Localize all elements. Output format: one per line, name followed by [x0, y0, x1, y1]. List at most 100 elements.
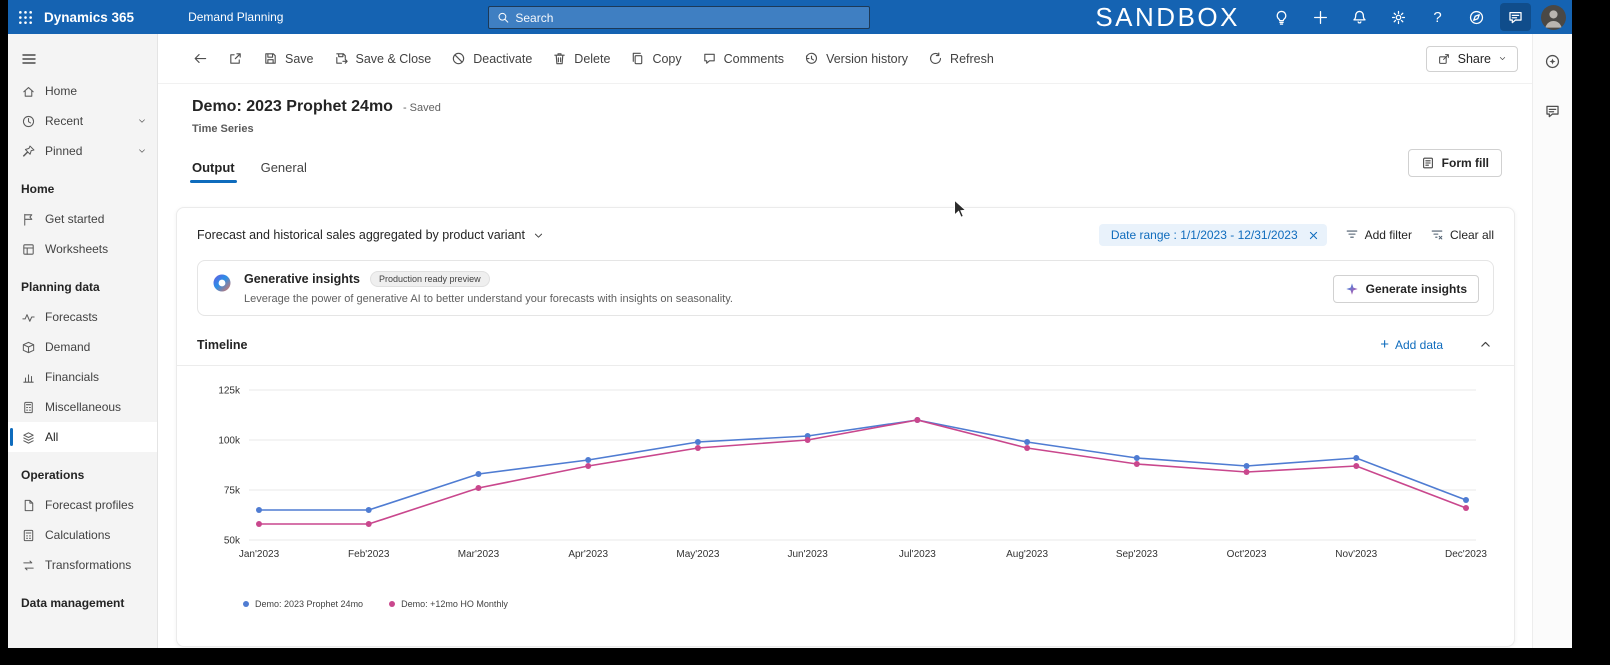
transform-arrows-icon: [23, 560, 34, 570]
hamburger-menu-icon[interactable]: [8, 42, 157, 76]
calculations-icon: [23, 529, 34, 541]
tab-general[interactable]: General: [261, 160, 307, 183]
site-map-sidebar: Home Recent Pinned Home Get started Work…: [8, 34, 158, 648]
bar-chart-icon: [23, 373, 34, 383]
clear-all-filters-button[interactable]: Clear all: [1430, 228, 1494, 242]
collapse-timeline-button[interactable]: [1477, 336, 1494, 353]
trash-icon: [554, 53, 566, 65]
insights-title: Generative insights: [244, 272, 361, 286]
save-and-close-button[interactable]: Save & Close: [325, 45, 441, 72]
legend-item[interactable]: Demo: +12mo HO Monthly: [389, 599, 508, 609]
sidebar-item-get-started[interactable]: Get started: [8, 204, 157, 234]
timeline-title: Timeline: [197, 337, 248, 352]
line-chart[interactable]: 50k 75k 100k 125k Jan'2023 Feb'2023 Mar'2023 Ap…: [197, 376, 1494, 588]
svg-text:Feb'2023: Feb'2023: [348, 549, 390, 560]
sidebar-item-transformations[interactable]: Transformations: [8, 550, 157, 580]
popout-icon: [230, 53, 241, 64]
pin-icon: [22, 145, 35, 157]
layers-icon: [23, 431, 34, 444]
save-close-icon: [335, 53, 348, 64]
chevron-down-icon: [1499, 57, 1506, 60]
tab-output[interactable]: Output: [190, 160, 237, 183]
date-range-filter-pill[interactable]: Date range : 1/1/2023 - 12/31/2023: [1098, 224, 1327, 246]
sidebar-section-data-management: Data management: [21, 596, 125, 610]
lightbulb-icon[interactable]: [1266, 3, 1297, 31]
sidebar-item-forecasts[interactable]: Forecasts: [8, 302, 157, 332]
plus-icon: +: [1380, 336, 1389, 353]
filter-bar: Forecast and historical sales aggregated…: [177, 208, 1514, 246]
bell-icon[interactable]: [1344, 3, 1375, 31]
worksheet-grid-icon: [23, 243, 34, 255]
version-history-button[interactable]: Version history: [795, 45, 917, 72]
sidebar-item-home[interactable]: Home: [8, 76, 157, 106]
document-icon: [24, 499, 34, 511]
svg-text:Jun'2023: Jun'2023: [787, 549, 828, 560]
sidebar-item-pinned[interactable]: Pinned: [8, 136, 157, 166]
sidebar-item-all[interactable]: All: [8, 422, 157, 452]
sidebar-item-demand[interactable]: Demand: [8, 332, 157, 362]
sidebar-item-forecast-profiles[interactable]: Forecast profiles: [8, 490, 157, 520]
cube-icon: [22, 341, 35, 353]
remove-date-filter-icon[interactable]: [1308, 230, 1319, 241]
output-card: Forecast and historical sales aggregated…: [176, 207, 1515, 647]
sidebar-item-worksheets[interactable]: Worksheets: [8, 234, 157, 264]
app-name[interactable]: Demand Planning: [188, 10, 283, 24]
svg-text:Aug'2023: Aug'2023: [1006, 549, 1048, 560]
feedback-chat-icon[interactable]: [1500, 3, 1531, 31]
chevron-up-icon: [1481, 341, 1490, 347]
refresh-icon: [930, 52, 942, 64]
calculator-icon: [24, 401, 33, 413]
sparkle-icon: [1345, 283, 1358, 295]
chevron-down-icon[interactable]: [137, 146, 147, 156]
svg-text:Dec'2023: Dec'2023: [1445, 549, 1487, 560]
timeline-section-header: Timeline + Add data: [177, 322, 1514, 366]
svg-text:Oct'2023: Oct'2023: [1227, 549, 1267, 560]
form-fill-button[interactable]: Form fill: [1407, 149, 1502, 177]
command-bar: Save Save & Close Deactivate Delete Copy: [158, 34, 1532, 84]
feedback-pane-icon[interactable]: [1540, 98, 1566, 124]
svg-text:Jul'2023: Jul'2023: [899, 549, 936, 560]
add-filter-button[interactable]: Add filter: [1345, 228, 1412, 242]
delete-button[interactable]: Delete: [543, 45, 619, 72]
clock-icon: [22, 115, 35, 127]
app-launcher-icon[interactable]: [8, 0, 42, 34]
copy-icon: [633, 52, 643, 65]
back-button[interactable]: [184, 45, 217, 72]
chevron-down-icon: [534, 233, 543, 238]
page-title: Demo: 2023 Prophet 24mo: [192, 98, 393, 115]
add-data-button[interactable]: + Add data: [1380, 337, 1443, 352]
svg-text:May'2023: May'2023: [676, 549, 719, 560]
home-icon: [23, 86, 34, 97]
page-header: Demo: 2023 Prophet 24mo - Saved Time Ser…: [158, 84, 1532, 183]
generate-insights-button[interactable]: Generate insights: [1332, 275, 1479, 303]
save-button[interactable]: Save: [254, 45, 323, 72]
deactivate-button[interactable]: Deactivate: [442, 45, 541, 72]
comments-button[interactable]: Comments: [693, 45, 793, 72]
app-window: Dynamics 365 Demand Planning SANDBOX ?: [8, 0, 1572, 648]
legend-item[interactable]: Demo: 2023 Prophet 24mo: [243, 599, 363, 609]
search-input[interactable]: [515, 10, 861, 25]
brand-title[interactable]: Dynamics 365: [44, 10, 134, 25]
plus-icon[interactable]: [1305, 3, 1336, 31]
share-button[interactable]: Share: [1425, 45, 1518, 72]
open-in-new-window-button[interactable]: [219, 45, 252, 72]
sidebar-section-home: Home: [21, 182, 55, 196]
copilot-icon[interactable]: [1540, 48, 1566, 74]
user-avatar[interactable]: [1541, 4, 1566, 30]
svg-text:Apr'2023: Apr'2023: [568, 549, 608, 560]
sidebar-item-recent[interactable]: Recent: [8, 106, 157, 136]
chevron-down-icon[interactable]: [137, 116, 147, 126]
copy-button[interactable]: Copy: [621, 45, 690, 72]
explore-icon[interactable]: [1461, 3, 1492, 31]
top-navigation-bar: Dynamics 365 Demand Planning SANDBOX ?: [8, 0, 1572, 34]
environment-label: SANDBOX: [1095, 1, 1240, 32]
view-selector-dropdown[interactable]: Forecast and historical sales aggregated…: [197, 228, 544, 242]
generative-insights-banner: Generative insights Production ready pre…: [197, 260, 1494, 316]
refresh-button[interactable]: Refresh: [919, 45, 1003, 72]
gear-icon[interactable]: [1383, 3, 1414, 31]
sidebar-item-miscellaneous[interactable]: Miscellaneous: [8, 392, 157, 422]
help-icon[interactable]: ?: [1422, 3, 1453, 31]
sidebar-item-calculations[interactable]: Calculations: [8, 520, 157, 550]
global-search[interactable]: [488, 6, 870, 29]
sidebar-item-financials[interactable]: Financials: [8, 362, 157, 392]
